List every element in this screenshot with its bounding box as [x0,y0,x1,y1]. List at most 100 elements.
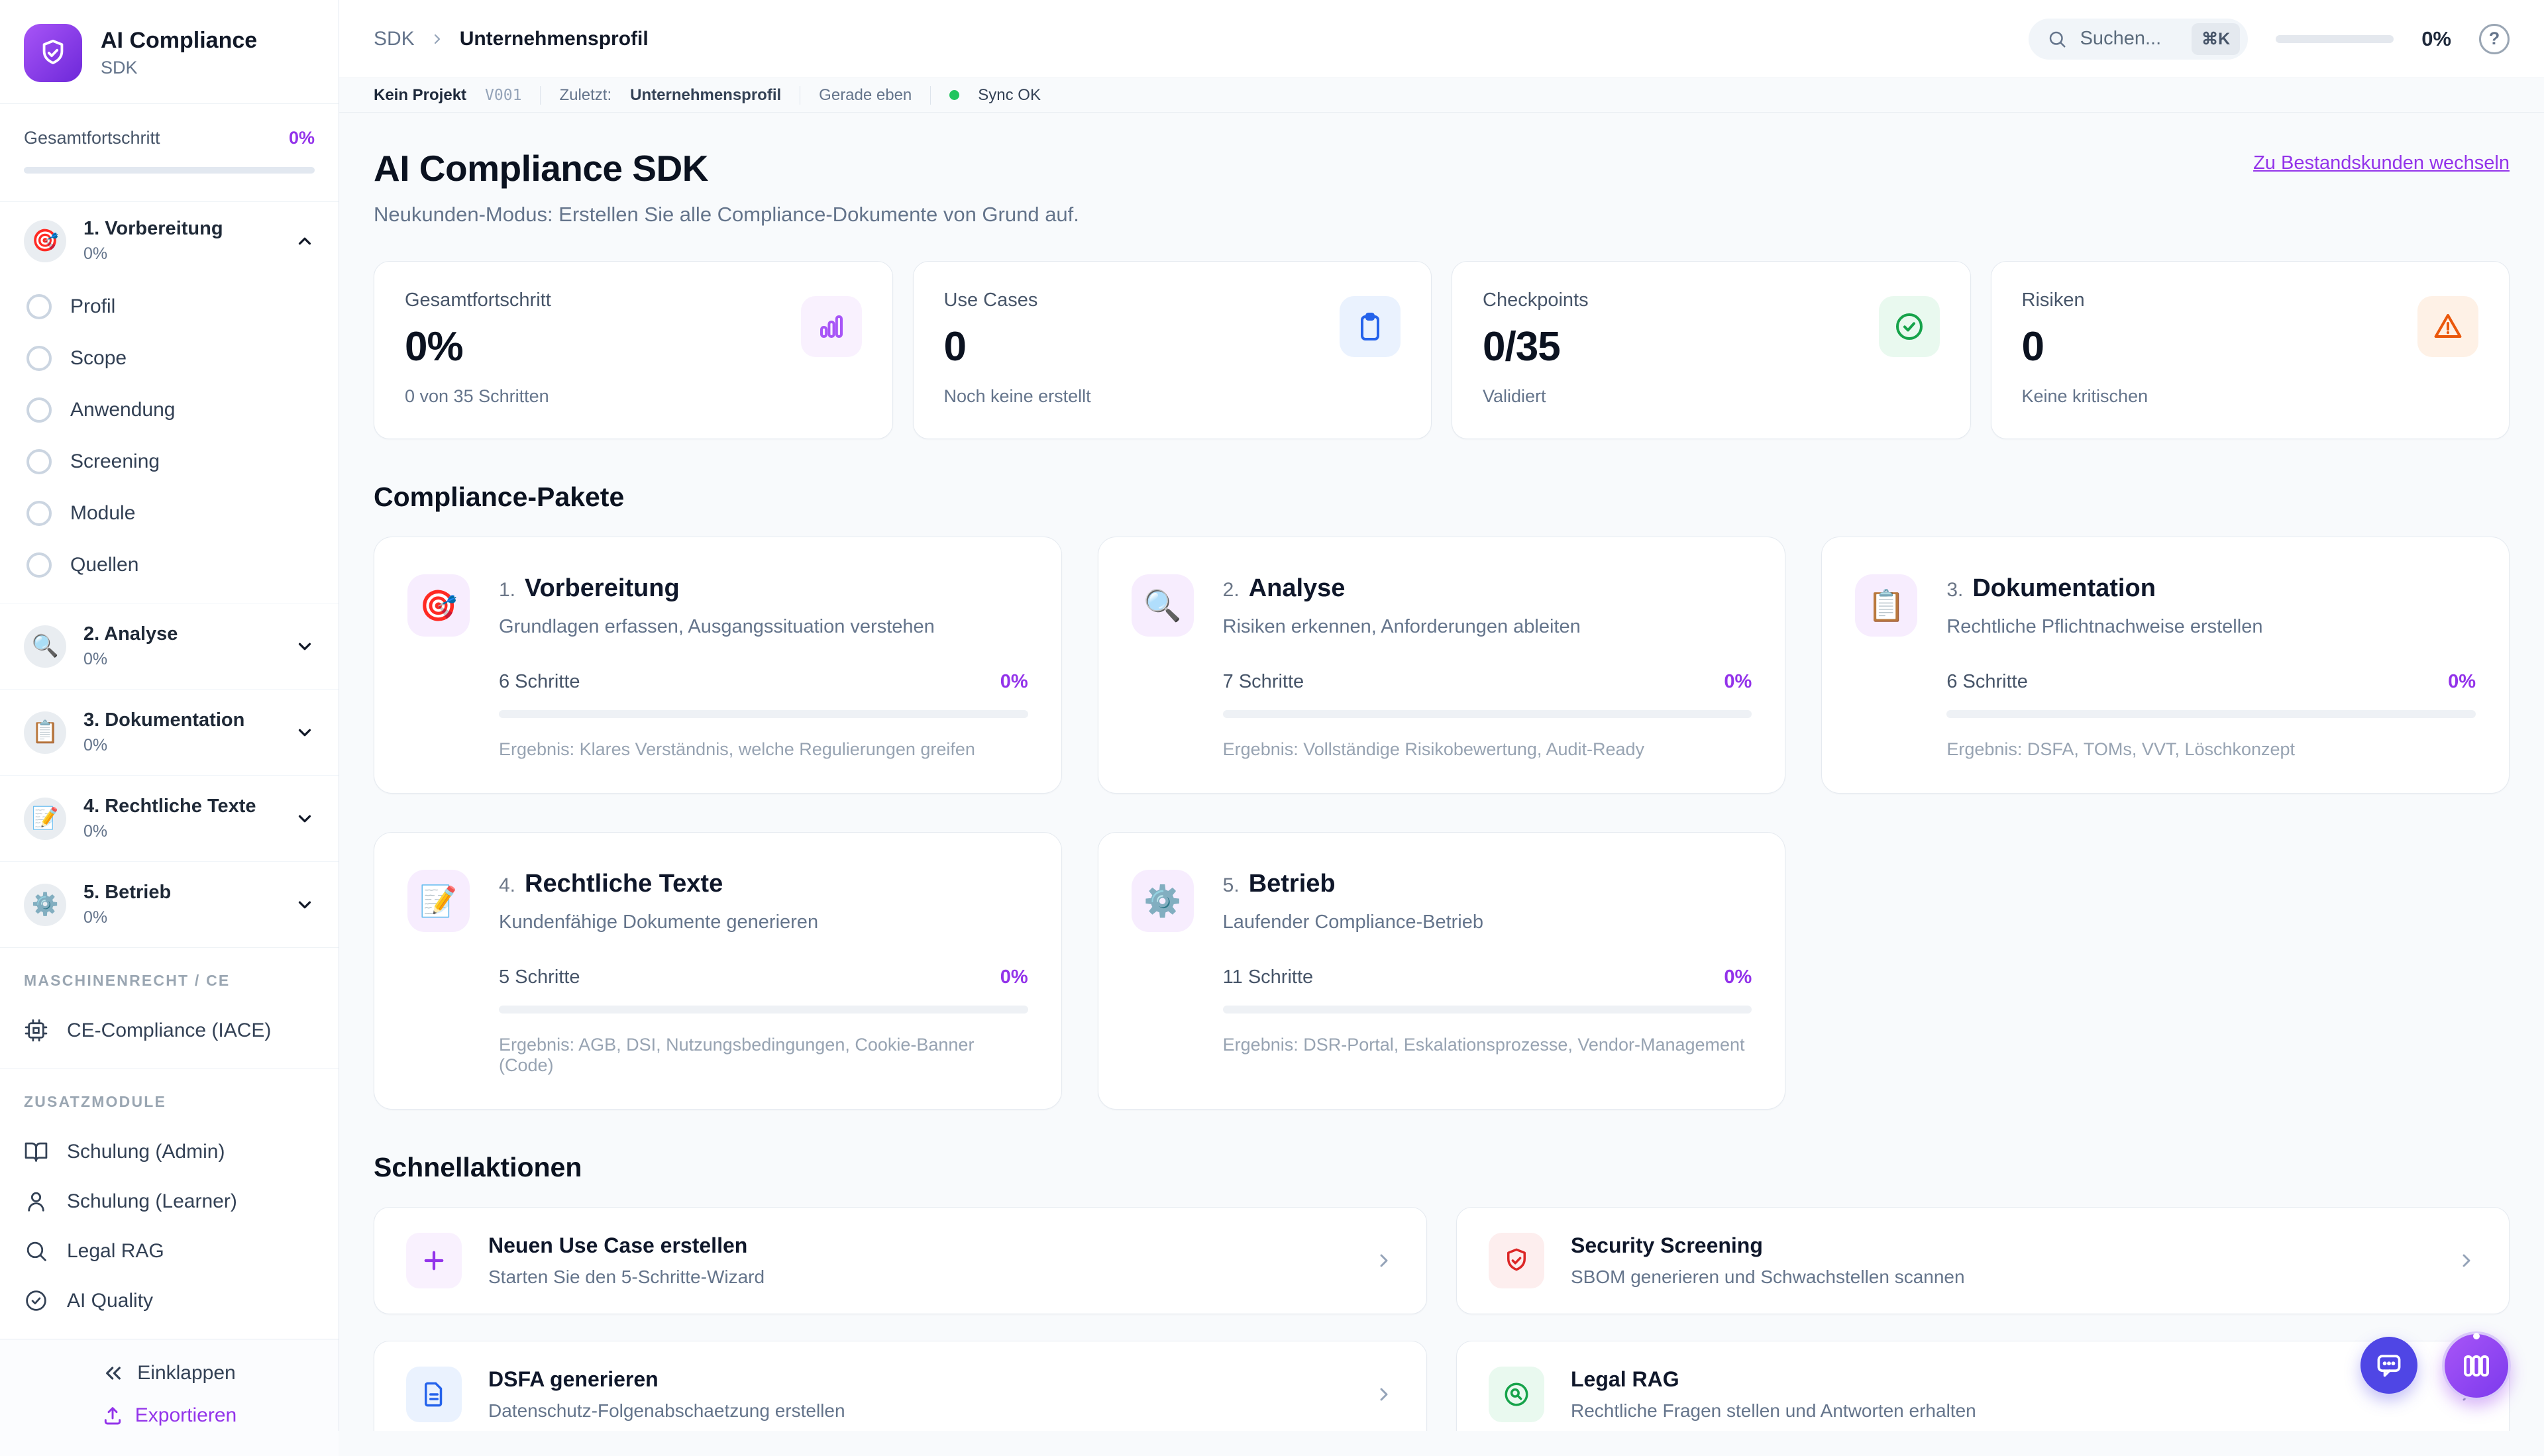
quick-action-legal-rag[interactable]: Legal RAG Rechtliche Fragen stellen und … [1456,1341,2510,1431]
package-progress-bar [499,1006,1028,1014]
memo-icon: 📝 [24,798,66,840]
clipboard-icon: 📋 [24,711,66,754]
export-button[interactable]: Exportieren [102,1404,237,1427]
stat-card-use-cases: Use Cases 0 Noch keine erstellt [913,261,1432,439]
phase-label: 3. Dokumentation [83,709,278,731]
package-steps: 11 Schritte [1223,966,1313,988]
section-heading: MASCHINENRECHT / CE [24,972,315,990]
sidebar-item-screening[interactable]: Screening [24,436,315,488]
quick-action-title: Legal RAG [1571,1367,2429,1392]
alert-triangle-icon [2417,296,2478,357]
quick-action-dsfa-generieren[interactable]: DSFA generieren Datenschutz-Folgenabscha… [374,1341,1427,1431]
sidebar-phase-dokumentation[interactable]: 📋 3. Dokumentation 0% [0,689,339,775]
overall-progress-value: 0% [289,128,315,148]
gear-icon: ⚙️ [24,884,66,926]
package-title: Rechtliche Texte [525,870,723,898]
sidebar-item-schulung-learner[interactable]: Schulung (Learner) [24,1176,315,1226]
phase-subitems: Profil Scope Anwendung Screening Module … [0,280,339,603]
sidebar-item-ai-quality[interactable]: AI Quality [24,1276,315,1326]
clipboard-icon [1340,296,1401,357]
phase-percent: 0% [83,822,278,841]
project-name: Kein Projekt [374,86,466,105]
chat-assistant-button[interactable] [2360,1337,2417,1394]
sidebar-item-label: CE-Compliance (IACE) [67,1019,271,1042]
quick-action-security-screening[interactable]: Security Screening SBOM generieren und S… [1456,1207,2510,1314]
phase-percent: 0% [83,736,278,755]
gear-icon: ⚙️ [1132,870,1194,932]
sidebar-item-schulung-admin[interactable]: Schulung (Admin) [24,1127,315,1176]
board-view-button[interactable] [2442,1331,2511,1400]
help-button[interactable]: ? [2479,24,2510,54]
stat-subtext: 0 von 35 Schritten [405,386,862,407]
export-label: Exportieren [135,1404,237,1427]
sync-status-label: Sync OK [978,86,1041,105]
quick-action-new-use-case[interactable]: Neuen Use Case erstellen Starten Sie den… [374,1207,1427,1314]
sidebar-header: AI Compliance SDK [0,0,339,104]
subitem-label: Quellen [70,554,138,576]
chevron-right-icon [1373,1250,1395,1271]
package-result: Ergebnis: AGB, DSI, Nutzungsbedingungen,… [499,1035,1028,1076]
sidebar-phase-vorbereitung[interactable]: 🎯 1. Vorbereitung 0% [0,202,339,280]
chevron-right-icon [1373,1384,1395,1405]
version-badge: V001 [485,87,521,104]
package-percent: 0% [2448,671,2476,693]
switch-customer-mode-link[interactable]: Zu Bestandskunden wechseln [2253,152,2510,174]
sidebar-item-ce-compliance[interactable]: CE-Compliance (IACE) [24,1006,315,1055]
phase-percent: 0% [83,908,278,927]
breadcrumb-root[interactable]: SDK [374,28,415,50]
sidebar-item-module[interactable]: Module [24,488,315,539]
chevron-up-icon [295,231,315,251]
phase-label: 2. Analyse [83,623,278,645]
package-title: Vorbereitung [525,574,680,603]
package-card-dokumentation[interactable]: 📋 3. Dokumentation Rechtliche Pflichtnac… [1821,537,2510,794]
sidebar-item-label: AI Quality [67,1290,153,1312]
quick-actions-grid: Neuen Use Case erstellen Starten Sie den… [374,1207,2510,1431]
book-icon [24,1139,48,1164]
package-steps: 6 Schritte [499,671,580,693]
package-card-betrieb[interactable]: ⚙️ 5. Betrieb Laufender Compliance-Betri… [1098,832,1786,1110]
sidebar-phase-analyse[interactable]: 🔍 2. Analyse 0% [0,603,339,689]
topbar: SDK Unternehmensprofil Suchen... ⌘K 0% ? [339,0,2544,78]
package-card-rechtliche-texte[interactable]: 📝 4. Rechtliche Texte Kundenfähige Dokum… [374,832,1062,1110]
sidebar-phase-rechtliche-texte[interactable]: 📝 4. Rechtliche Texte 0% [0,775,339,861]
sidebar-item-legal-rag[interactable]: Legal RAG [24,1226,315,1276]
sidebar-item-quellen[interactable]: Quellen [24,539,315,591]
package-card-analyse[interactable]: 🔍 2. Analyse Risiken erkennen, Anforderu… [1098,537,1786,794]
search-icon [2047,29,2067,49]
chevron-down-icon [295,637,315,656]
search-input[interactable]: Suchen... ⌘K [2029,19,2249,60]
collapse-sidebar-button[interactable]: Einklappen [103,1362,235,1384]
package-title: Analyse [1249,574,1346,603]
topbar-progress-value: 0% [2421,27,2451,51]
sidebar-item-profil[interactable]: Profil [24,281,315,333]
stat-value: 0 [944,323,1401,370]
package-percent: 0% [1724,671,1752,693]
package-number: 4. [499,874,515,897]
phase-label: 4. Rechtliche Texte [83,796,278,817]
package-steps: 5 Schritte [499,966,580,988]
step-circle-icon [26,346,52,371]
page-header: AI Compliance SDK Neukunden-Modus: Erste… [374,147,2510,227]
stat-label: Use Cases [944,289,1401,311]
sidebar-item-anwendung[interactable]: Anwendung [24,384,315,436]
sidebar-item-label: Schulung (Learner) [67,1190,237,1213]
package-percent: 0% [1000,966,1028,988]
upload-icon [102,1405,123,1426]
package-result: Ergebnis: Vollständige Risikobewertung, … [1223,739,1752,760]
quick-actions-heading: Schnellaktionen [374,1152,2510,1183]
step-circle-icon [26,397,52,423]
divider [540,86,541,105]
package-card-vorbereitung[interactable]: 🎯 1. Vorbereitung Grundlagen erfassen, A… [374,537,1062,794]
subitem-label: Module [70,502,135,525]
notification-dot [2473,1333,2480,1339]
stat-card-gesamtfortschritt: Gesamtfortschritt 0% 0 von 35 Schritten [374,261,893,439]
sidebar-phase-betrieb[interactable]: ⚙️ 5. Betrieb 0% [0,861,339,947]
check-circle-icon [24,1288,48,1313]
breadcrumb-current: Unternehmensprofil [460,28,649,50]
stat-value: 0% [405,323,862,370]
content: AI Compliance SDK Neukunden-Modus: Erste… [339,113,2544,1431]
sidebar-item-scope[interactable]: Scope [24,333,315,384]
sidebar-item-label: Legal RAG [67,1240,164,1263]
quick-action-description: Starten Sie den 5-Schritte-Wizard [488,1267,1347,1288]
step-circle-icon [26,552,52,578]
